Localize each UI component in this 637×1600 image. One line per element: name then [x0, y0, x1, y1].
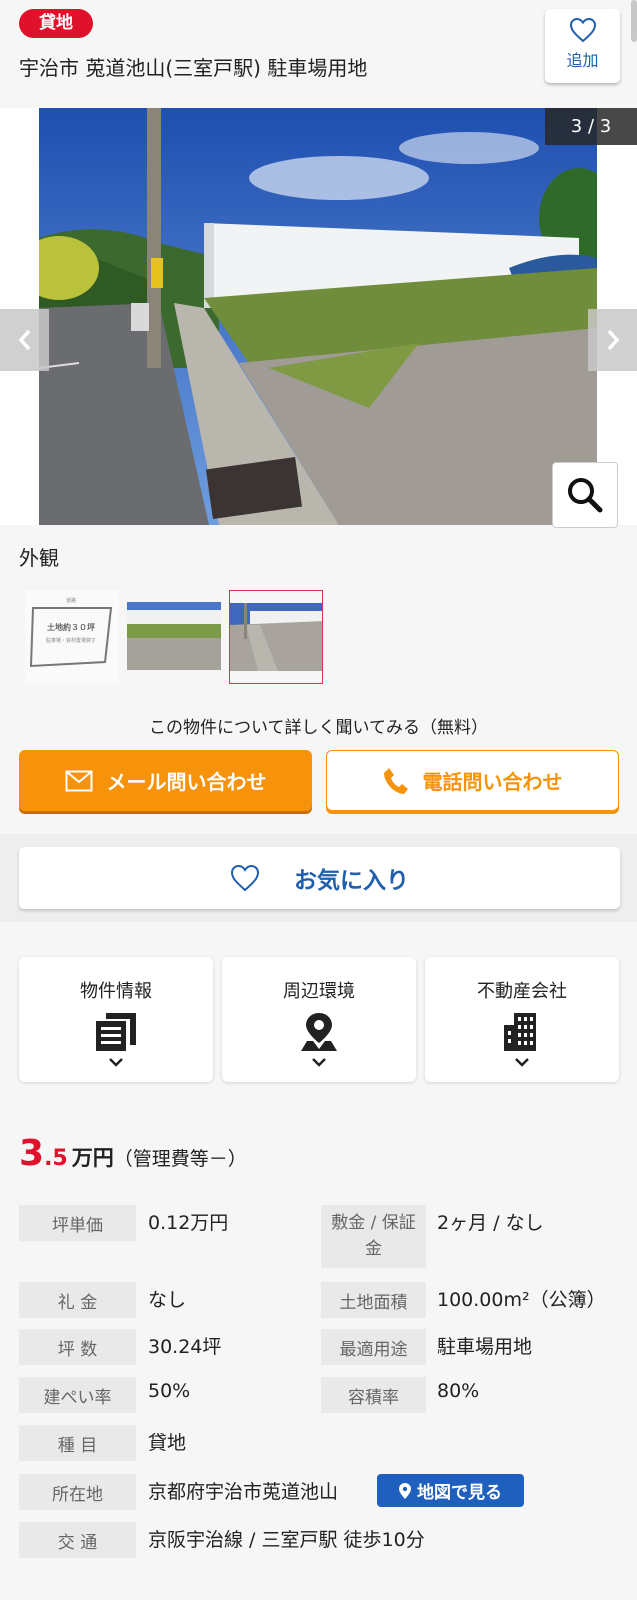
land-area-label: 土地面積 [321, 1282, 426, 1318]
tsubo-value: 30.24坪 [148, 1336, 222, 1358]
photo-caption: 外観 [19, 546, 59, 570]
inquiry-prompt: この物件について詳しく聞いてみる（無料） [149, 718, 488, 738]
add-favorite-button[interactable]: 追加 [545, 9, 620, 83]
best-use-label: 最適用途 [321, 1329, 426, 1365]
heart-icon [569, 17, 596, 43]
phone-inquiry-button[interactable]: 電話問い合わせ [326, 750, 619, 811]
chevron-down-icon [312, 1058, 326, 1067]
mail-inquiry-button[interactable]: メール問い合わせ [19, 750, 312, 811]
thumbnail-strip: 道路 土地約３０坪 駐車場・資材置場貸す [0, 590, 637, 690]
main-photo[interactable] [39, 108, 597, 525]
address-label: 所在地 [19, 1474, 136, 1510]
document-icon [96, 1013, 136, 1051]
view-map-button[interactable]: 地図で見る [377, 1474, 524, 1507]
rent-price: 3.5 万円（管理費等－） [19, 1133, 247, 1174]
prev-photo-button[interactable] [0, 309, 49, 371]
tab-real-estate-company[interactable]: 不動産会社 [425, 957, 619, 1082]
tsubo-price-value: 0.12万円 [148, 1212, 229, 1234]
thumb-road-label: 道路 [66, 597, 76, 604]
price-integer: 3 [19, 1133, 45, 1174]
next-photo-button[interactable] [588, 309, 637, 371]
best-use-value: 駐車場用地 [437, 1336, 533, 1358]
tab-property-info-label: 物件情報 [80, 981, 152, 1002]
address-value: 京都府宇治市莵道池山 [148, 1481, 339, 1503]
heart-icon [230, 864, 260, 892]
scrollbar[interactable] [631, 0, 637, 42]
add-favorite-label: 追加 [566, 51, 599, 70]
tab-surroundings[interactable]: 周辺環境 [222, 957, 416, 1082]
building-icon [504, 1013, 536, 1051]
transport-value: 京阪宇治線 / 三室戸駅 徒歩10分 [148, 1529, 425, 1551]
category-label: 種 目 [19, 1425, 136, 1461]
envelope-icon [65, 770, 92, 791]
chevron-right-icon [607, 329, 619, 351]
transport-label: 交 通 [19, 1522, 136, 1558]
tab-real-estate-company-label: 不動産会社 [477, 981, 567, 1002]
view-map-label: 地図で見る [417, 1483, 502, 1503]
key-money-value: なし [148, 1289, 187, 1311]
thumb-land-label: 土地約３０坪 [47, 622, 95, 632]
section-nav: 物件情報 周辺環境 不動産会社 [0, 957, 637, 1083]
magnifier-icon [568, 478, 603, 513]
land-area-value: 100.00m²（公簿） [437, 1289, 606, 1311]
floor-ratio-value: 80% [437, 1380, 480, 1402]
map-pin-icon [399, 1482, 411, 1499]
favorite-label: お気に入り [294, 868, 409, 894]
coverage-label: 建ぺい率 [19, 1377, 136, 1413]
thumbnail-3[interactable] [229, 590, 323, 684]
phone-inquiry-label: 電話問い合わせ [422, 770, 563, 794]
photo-counter: 3 / 3 [545, 108, 637, 145]
deposit-label: 敷金 / 保証金 [321, 1205, 426, 1268]
deposit-value: 2ヶ月 / なし [437, 1212, 544, 1234]
price-unit: 万円 [71, 1146, 114, 1170]
header: 貸地 宇治市 莵道池山(三室戸駅) 駐車場用地 追加 [0, 0, 637, 108]
chevron-down-icon [515, 1058, 529, 1067]
tab-surroundings-label: 周辺環境 [283, 981, 355, 1002]
listing-type-badge: 貸地 [19, 9, 93, 38]
thumbnail-1[interactable]: 道路 土地約３０坪 駐車場・資材置場貸す [25, 590, 119, 684]
management-fee: （管理費等－） [113, 1148, 247, 1170]
chevron-left-icon [18, 329, 30, 351]
tsubo-label: 坪 数 [19, 1329, 136, 1365]
thumbnail-2[interactable] [127, 590, 221, 684]
price-decimal: .5 [44, 1146, 68, 1171]
zoom-button[interactable] [552, 462, 618, 528]
category-value: 貸地 [148, 1432, 187, 1454]
key-money-label: 礼 金 [19, 1282, 136, 1318]
floor-ratio-label: 容積率 [321, 1377, 426, 1413]
mail-inquiry-label: メール問い合わせ [106, 770, 267, 794]
coverage-value: 50% [148, 1380, 191, 1402]
chevron-down-icon [109, 1058, 123, 1067]
page-title: 宇治市 莵道池山(三室戸駅) 駐車場用地 [19, 56, 368, 80]
phone-icon [383, 767, 408, 794]
tsubo-price-label: 坪単価 [19, 1205, 136, 1241]
photo-carousel: 3 / 3 [0, 108, 637, 528]
favorite-button[interactable]: お気に入り [19, 847, 620, 909]
tab-property-info[interactable]: 物件情報 [19, 957, 213, 1082]
map-pin-icon [301, 1013, 337, 1051]
thumb-land-sublabel: 駐車場・資材置場貸す [46, 637, 96, 644]
